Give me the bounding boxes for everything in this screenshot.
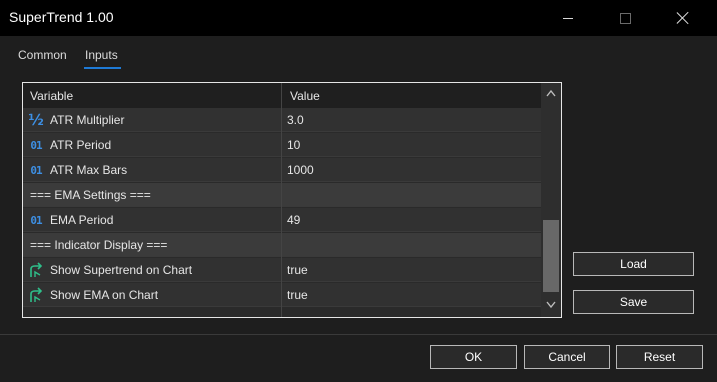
section-row: === EMA Settings === <box>23 183 541 207</box>
table-row[interactable]: 01 ATR Period 10 <box>23 133 541 157</box>
grid-header: Variable Value <box>23 83 541 109</box>
tab-common[interactable]: Common <box>18 48 67 62</box>
row-value[interactable]: 49 <box>287 213 300 227</box>
column-header-value[interactable]: Value <box>290 89 320 103</box>
row-value[interactable]: 3.0 <box>287 113 304 127</box>
row-variable: EMA Period <box>50 213 114 227</box>
minimize-button[interactable] <box>545 0 591 36</box>
reset-button[interactable]: Reset <box>616 345 703 369</box>
save-button[interactable]: Save <box>573 290 694 314</box>
table-row[interactable]: Show EMA on Chart true <box>23 283 541 307</box>
load-button[interactable]: Load <box>573 252 694 276</box>
section-label: === Indicator Display === <box>30 238 168 252</box>
scrollbar-thumb[interactable] <box>543 220 559 292</box>
integer-icon: 01 <box>30 138 42 152</box>
integer-icon: 01 <box>30 213 42 227</box>
column-divider[interactable] <box>281 83 282 317</box>
integer-icon: 01 <box>30 163 42 177</box>
row-variable: Show Supertrend on Chart <box>50 263 193 277</box>
vertical-scrollbar[interactable] <box>541 83 561 317</box>
table-row[interactable]: 01 EMA Period 49 <box>23 208 541 232</box>
scroll-down-arrow-icon[interactable] <box>546 301 556 309</box>
ok-button[interactable]: OK <box>430 345 517 369</box>
table-row[interactable]: 01 ATR Max Bars 1000 <box>23 158 541 182</box>
maximize-icon <box>619 12 631 24</box>
active-tab-indicator <box>84 67 121 69</box>
maximize-button[interactable] <box>602 0 648 36</box>
footer-divider <box>0 334 717 335</box>
row-variable: ATR Period <box>50 138 112 152</box>
close-icon <box>676 11 690 25</box>
section-label: === EMA Settings === <box>30 188 151 202</box>
table-row[interactable]: Show Supertrend on Chart true <box>23 258 541 282</box>
boolean-arrow-icon <box>27 286 45 304</box>
window-title: SuperTrend 1.00 <box>9 9 114 25</box>
minimize-icon <box>563 17 573 19</box>
inputs-grid: Variable Value ½ ATR Multiplier 3.0 01 A… <box>22 82 562 318</box>
row-variable: ATR Max Bars <box>50 163 128 177</box>
row-value[interactable]: 1000 <box>287 163 314 177</box>
close-button[interactable] <box>660 0 706 36</box>
row-value[interactable]: true <box>287 288 308 302</box>
row-value[interactable]: 10 <box>287 138 300 152</box>
boolean-arrow-icon <box>27 261 45 279</box>
column-header-variable[interactable]: Variable <box>30 89 73 103</box>
row-variable: ATR Multiplier <box>50 113 125 127</box>
tab-inputs[interactable]: Inputs <box>85 48 118 62</box>
fraction-icon: ½ <box>28 111 44 129</box>
scroll-up-arrow-icon[interactable] <box>546 89 556 97</box>
row-value[interactable]: true <box>287 263 308 277</box>
section-row: === Indicator Display === <box>23 233 541 257</box>
title-bar: SuperTrend 1.00 <box>0 0 717 36</box>
row-variable: Show EMA on Chart <box>50 288 159 302</box>
cancel-button[interactable]: Cancel <box>524 345 610 369</box>
table-row[interactable]: ½ ATR Multiplier 3.0 <box>23 108 541 132</box>
